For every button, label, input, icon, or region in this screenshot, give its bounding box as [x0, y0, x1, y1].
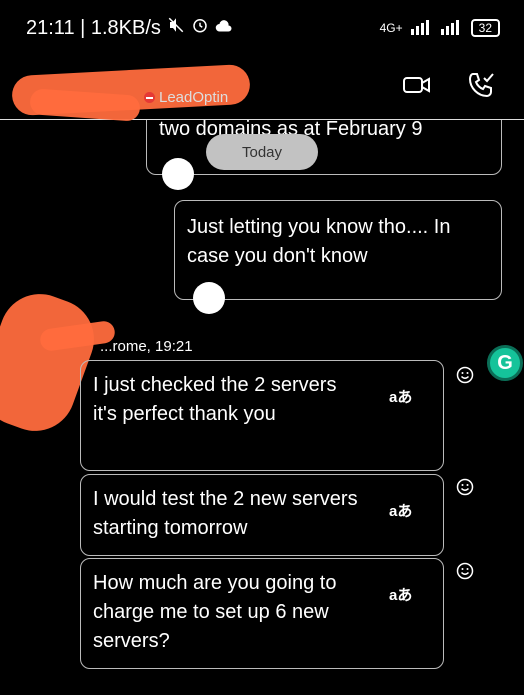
chat-area[interactable]: two domains as at February 9 Today 😜 Jus… [0, 120, 524, 695]
translate-icon[interactable]: aあ [389, 383, 412, 412]
signal-icon [410, 19, 433, 38]
message-text: I just checked the 2 servers it's perfec… [93, 374, 337, 425]
message-bubble-partial[interactable]: two domains as at February 9 [146, 120, 502, 175]
do-not-disturb-icon [144, 92, 155, 103]
sticker-avatar-icon: 😜 [193, 282, 225, 314]
signal-icon-2 [440, 19, 463, 38]
mute-icon [167, 16, 185, 40]
time-and-speed: 21:11 | 1.8KB/s [26, 16, 161, 39]
message-text: I would test the 2 new servers starting … [93, 488, 358, 539]
presence-text: LeadOptin [159, 89, 229, 106]
cloud-icon [215, 17, 233, 40]
chat-header: LeadOptin [0, 56, 524, 122]
add-reaction-icon[interactable] [456, 562, 474, 580]
video-call-button[interactable] [402, 70, 432, 100]
message-bubble-incoming[interactable]: I just checked the 2 servers it's perfec… [80, 360, 444, 471]
translate-icon[interactable]: aあ [389, 581, 412, 610]
network-type: 4G+ [379, 21, 403, 35]
add-reaction-icon[interactable] [456, 478, 474, 496]
sticker-avatar-icon: 😜 [162, 158, 194, 190]
message-bubble-incoming[interactable]: I would test the 2 new servers starting … [80, 474, 444, 556]
message-text: two domains as at February 9 [159, 120, 423, 140]
battery-indicator: 32 [470, 19, 500, 37]
translate-icon[interactable]: aあ [389, 497, 412, 526]
status-right: 4G+ 32 [380, 19, 500, 38]
message-bubble-outgoing[interactable]: Just letting you know tho.... In case yo… [174, 200, 502, 300]
alarm-icon [191, 16, 209, 40]
sender-meta: ...rome, 19:21 [100, 338, 193, 355]
grammarly-icon[interactable]: G [487, 345, 523, 381]
message-text: Just letting you know tho.... In case yo… [187, 216, 451, 267]
status-left: 21:11 | 1.8KB/s [26, 16, 233, 40]
message-text: How much are you going to charge me to s… [93, 572, 337, 652]
contact-presence[interactable]: LeadOptin [144, 89, 228, 106]
message-bubble-incoming[interactable]: How much are you going to charge me to s… [80, 558, 444, 669]
date-pill: Today [206, 134, 318, 170]
status-bar: 21:11 | 1.8KB/s 4G+ 32 [0, 0, 524, 56]
voice-call-button[interactable] [466, 70, 496, 100]
add-reaction-icon[interactable] [456, 366, 474, 384]
